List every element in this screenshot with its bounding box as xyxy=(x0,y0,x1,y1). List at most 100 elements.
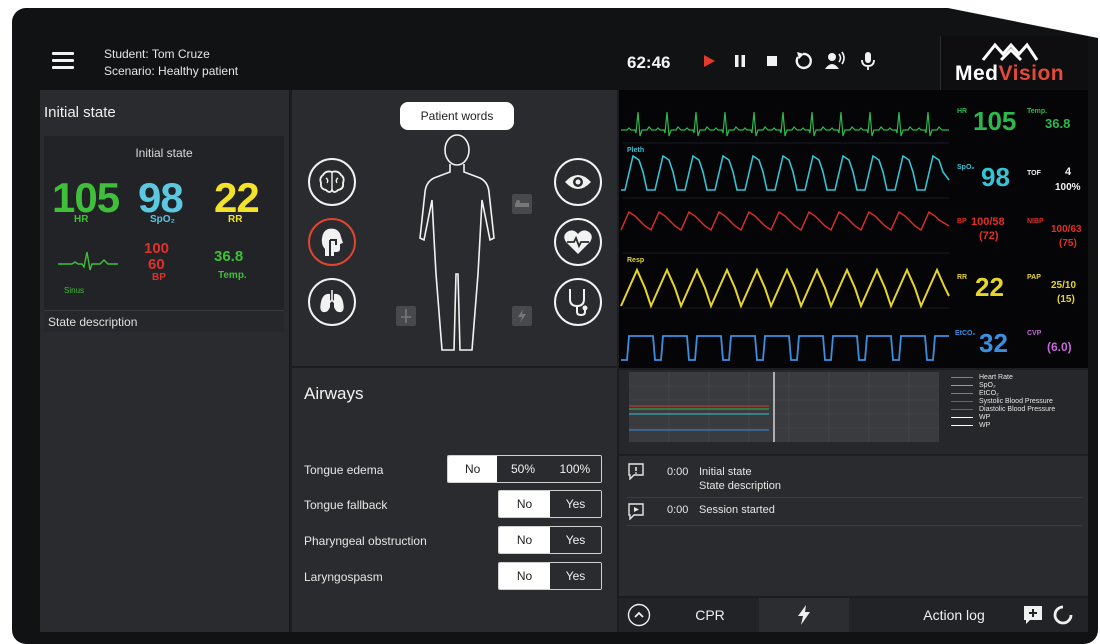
stop-icon[interactable] xyxy=(761,50,783,72)
spo2-label: SpO₂ xyxy=(150,214,175,225)
patient-body-panel: Patient words xyxy=(292,90,617,366)
lungs-icon xyxy=(320,290,344,313)
trend-graph[interactable]: Heart Rate SpO₂ EtCO₂ Systolic Blood Pre… xyxy=(619,370,1088,454)
expand-button[interactable] xyxy=(625,598,653,632)
session-start-icon xyxy=(628,503,644,520)
top-bar: Student: Tom Cruze Scenario: Healthy pat… xyxy=(40,36,1088,90)
temp-value: 36.8 xyxy=(214,248,244,265)
tongue-edema-50[interactable]: 50% xyxy=(497,456,549,482)
pharyngeal-obstruction-yes[interactable]: Yes xyxy=(550,527,601,553)
bp-waveform xyxy=(620,210,950,232)
log-entry[interactable]: 0:00 Initial state State description xyxy=(627,462,1082,498)
tongue-fallback-selector: No Yes xyxy=(498,490,602,518)
human-body-figure[interactable] xyxy=(412,134,502,354)
patient-monitor[interactable]: Pleth Resp HR 105 Temp. 36.8 SpO₂ 98 TOF… xyxy=(619,90,1088,368)
log-time: 0:00 xyxy=(667,466,689,478)
tongue-fallback-yes[interactable]: Yes xyxy=(550,491,601,517)
spinner-icon xyxy=(1053,605,1073,625)
brain-icon xyxy=(319,170,345,193)
mon-spo2-value: 98 xyxy=(981,162,1010,192)
log-subtitle: State description xyxy=(699,480,781,492)
session-info: Student: Tom Cruze Scenario: Healthy pat… xyxy=(104,46,238,80)
lightning-icon xyxy=(798,605,810,625)
eye-button[interactable] xyxy=(554,158,602,206)
state-description: State description xyxy=(44,310,284,332)
patient-words-button[interactable]: Patient words xyxy=(400,102,514,130)
tongue-edema-no[interactable]: No xyxy=(448,456,498,482)
airways-panel: Airways Tongue edema No 50% 100% Tongue … xyxy=(292,368,617,632)
pharyngeal-obstruction-selector: No Yes xyxy=(498,526,602,554)
event-log: 0:00 Initial state State description 0:0… xyxy=(619,456,1088,596)
mon-cvp-label: CVP xyxy=(1027,330,1042,337)
pharyngeal-obstruction-no[interactable]: No xyxy=(499,527,550,553)
heart-icon xyxy=(564,230,592,254)
speaking-icon[interactable] xyxy=(824,50,846,72)
mon-nibp-label: NIBP xyxy=(1027,218,1044,225)
bp-diastolic: 60 xyxy=(148,256,165,273)
play-icon[interactable] xyxy=(698,50,720,72)
log-title: Initial state xyxy=(699,466,752,478)
mon-bp-label: BP xyxy=(957,218,967,225)
laryngospasm-no[interactable]: No xyxy=(499,563,550,589)
eye-icon xyxy=(565,175,591,189)
mon-etco2-label: EtCO₂ xyxy=(955,330,976,337)
defibrillate-button[interactable] xyxy=(759,598,849,632)
airway-button[interactable] xyxy=(308,218,356,266)
mon-temp-label: Temp. xyxy=(1027,108,1048,115)
log-time: 0:00 xyxy=(667,504,689,516)
microphone-icon[interactable] xyxy=(857,50,879,72)
tongue-fallback-no[interactable]: No xyxy=(499,491,550,517)
legend-diastolic: Diastolic Blood Pressure xyxy=(951,406,1087,414)
ecg-lead-icon[interactable] xyxy=(396,306,416,326)
plus-comment-icon xyxy=(1024,606,1042,624)
pause-icon[interactable] xyxy=(729,50,751,72)
scenario-name: Scenario: Healthy patient xyxy=(104,64,239,78)
menu-icon[interactable] xyxy=(52,52,74,70)
mon-hr-value: 105 xyxy=(973,106,1017,136)
log-title: Session started xyxy=(699,504,775,516)
brain-button[interactable] xyxy=(308,158,356,206)
laryngospasm-yes[interactable]: Yes xyxy=(550,563,601,589)
stethoscope-button[interactable] xyxy=(554,278,602,326)
reset-icon[interactable] xyxy=(792,50,814,72)
loading-button[interactable] xyxy=(1051,598,1075,632)
mon-pap-value: 25/10 xyxy=(1051,280,1077,291)
mon-spo2-label: SpO₂ xyxy=(957,164,975,171)
mon-cvp-value: (6.0) xyxy=(1047,340,1072,354)
device-frame: Student: Tom Cruze Scenario: Healthy pat… xyxy=(12,8,1098,644)
add-action-button[interactable] xyxy=(1021,598,1045,632)
student-name: Student: Tom Cruze xyxy=(104,47,210,61)
resp-label: Resp xyxy=(627,257,645,264)
mon-tof-value: 4 xyxy=(1065,166,1072,178)
hr-label: HR xyxy=(74,214,89,225)
head-airway-icon xyxy=(321,228,343,256)
laryngospasm-selector: No Yes xyxy=(498,562,602,590)
state-card-title: Initial state xyxy=(135,146,193,160)
sinus-rhythm-icon xyxy=(58,251,118,271)
tongue-edema-selector: No 50% 100% xyxy=(447,455,602,483)
mon-etco2-value: 32 xyxy=(979,328,1008,358)
medvision-logo: MedVision xyxy=(940,36,1088,90)
heart-button[interactable] xyxy=(554,218,602,266)
legend-etco2: EtCO₂ xyxy=(951,390,1087,398)
legend-spo2: SpO₂ xyxy=(951,382,1087,390)
tongue-edema-100[interactable]: 100% xyxy=(548,456,601,482)
app-screen: Student: Tom Cruze Scenario: Healthy pat… xyxy=(40,36,1088,632)
lungs-button[interactable] xyxy=(308,278,356,326)
mon-rr-value: 22 xyxy=(975,272,1004,302)
state-card[interactable]: Initial state 105 HR 98 SpO₂ 22 RR Sinus… xyxy=(44,136,284,332)
session-timer: 62:46 xyxy=(627,53,671,72)
airways-title: Airways xyxy=(304,384,364,403)
mon-temp-value: 36.8 xyxy=(1045,116,1071,131)
bed-icon[interactable] xyxy=(512,194,532,214)
mon-rr-label: RR xyxy=(957,274,968,281)
etco2-waveform xyxy=(621,335,949,361)
cpr-button[interactable]: CPR xyxy=(665,598,755,632)
left-panel: Initial state Initial state 105 HR 98 Sp… xyxy=(40,90,290,632)
bp-systolic: 100 xyxy=(144,240,170,257)
action-log-button[interactable]: Action log xyxy=(899,598,1009,632)
defib-pad-icon[interactable] xyxy=(512,306,532,326)
waveforms xyxy=(620,111,950,361)
log-entry[interactable]: 0:00 Session started xyxy=(627,502,1082,526)
mon-tof-pct: 100% xyxy=(1055,182,1081,193)
